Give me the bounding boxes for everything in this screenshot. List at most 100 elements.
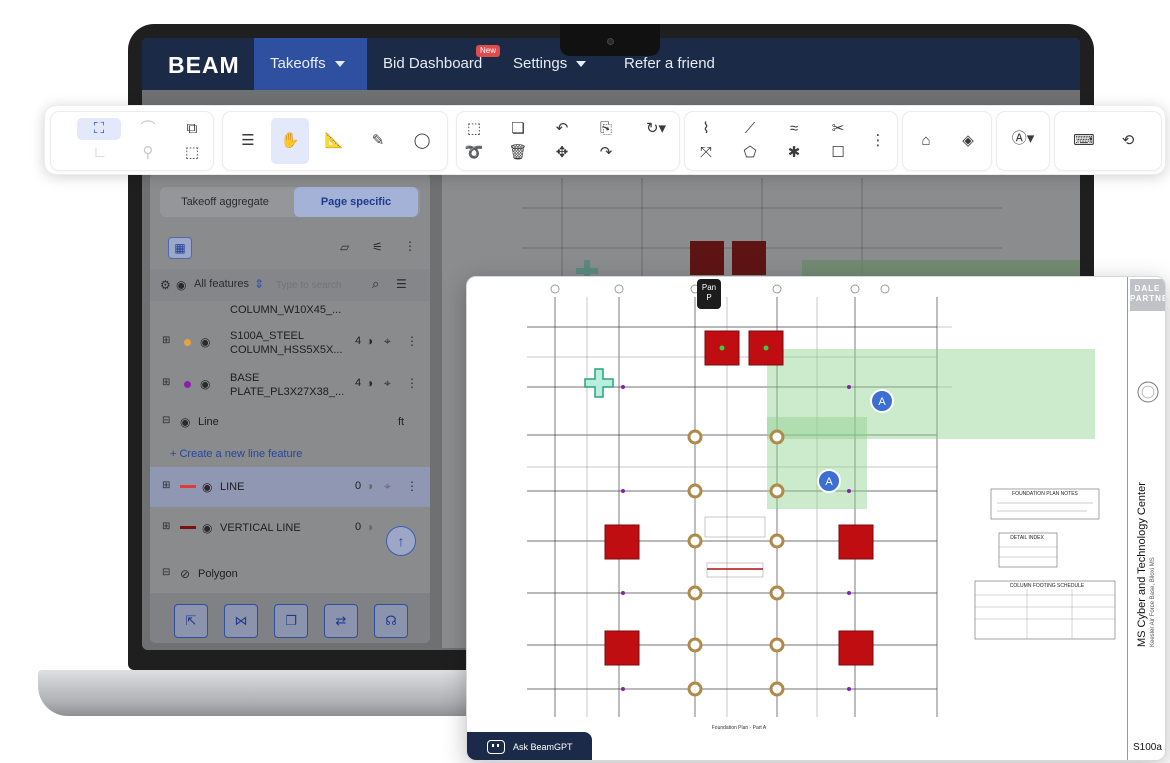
eye-off-icon[interactable]: ⊘ bbox=[180, 567, 190, 581]
share-button[interactable]: ⋈ bbox=[224, 604, 258, 638]
more-icon[interactable]: ⋮ bbox=[406, 334, 418, 348]
link-icon[interactable]: ◑ bbox=[366, 334, 373, 348]
target-icon[interactable]: ⌖ bbox=[384, 376, 391, 391]
plus-marker[interactable] bbox=[584, 368, 614, 398]
sliders-icon[interactable]: ⚟ bbox=[372, 240, 383, 254]
expand-icon[interactable]: ⊞ bbox=[162, 335, 170, 346]
create-line-feature-link[interactable]: + Create a new line feature bbox=[150, 441, 430, 467]
move-box-icon[interactable]: ⬚ bbox=[181, 142, 203, 164]
collapse-icon[interactable]: ⊟ bbox=[162, 415, 170, 426]
line-group-header[interactable]: ⊟ ◉ Line ft bbox=[150, 407, 430, 437]
history-icon[interactable]: ⟲ bbox=[1117, 130, 1139, 152]
ruler-icon[interactable]: 📐 bbox=[323, 130, 345, 152]
keyboard-icon[interactable]: ⌨ bbox=[1073, 130, 1095, 152]
annotation-dropdown-icon[interactable]: Ⓐ▾ bbox=[1007, 128, 1039, 150]
feature-count: 4 bbox=[355, 335, 362, 347]
rotate-icon[interactable]: ↻▾ bbox=[639, 118, 673, 140]
rectangle-select-icon[interactable]: ⛶ bbox=[77, 118, 121, 140]
square-icon[interactable]: ☐ bbox=[827, 142, 849, 164]
more-icon[interactable]: ⋮ bbox=[404, 239, 416, 253]
footing-block[interactable] bbox=[604, 524, 640, 560]
svg-text:FOUNDATION PLAN NOTES: FOUNDATION PLAN NOTES bbox=[1012, 491, 1078, 497]
more-icon[interactable]: ⋮ bbox=[867, 130, 889, 152]
list-item[interactable]: ⊞ ◉ LINE 0 ◑ ⌖ ⋮ bbox=[150, 467, 430, 507]
tab-page-specific[interactable]: Page specific bbox=[294, 187, 418, 217]
point-icon[interactable]: ⚲ bbox=[137, 142, 159, 164]
expand-icon[interactable]: ⊞ bbox=[162, 377, 170, 388]
note-icon[interactable]: ▱ bbox=[340, 240, 349, 254]
feature-search-input[interactable] bbox=[276, 276, 366, 294]
redo-icon[interactable]: ↷ bbox=[595, 142, 617, 164]
eye-icon[interactable]: ◉ bbox=[202, 480, 212, 494]
split-line-icon[interactable]: ⤧ bbox=[695, 142, 717, 164]
feature-label: LINE bbox=[220, 481, 245, 493]
export-button[interactable]: ⇱ bbox=[174, 604, 208, 638]
all-features-filter[interactable]: All features bbox=[194, 278, 249, 290]
eye-icon[interactable]: ◉ bbox=[202, 521, 212, 535]
more-icon[interactable]: ⋮ bbox=[406, 479, 418, 493]
new-badge: New bbox=[476, 45, 501, 57]
scroll-up-button[interactable]: ↑ bbox=[386, 526, 416, 556]
pencil-icon[interactable]: ✎ bbox=[367, 130, 389, 152]
polygon-icon[interactable]: ⬠ bbox=[739, 142, 761, 164]
list-item[interactable]: ⊞ ◉ S100A_STEEL COLUMN_HSS5X5X... 4 ◑ ⌖ … bbox=[150, 323, 430, 363]
drawing-panel[interactable]: A A FOUNDATION PLAN NOTES DETAIL INDEX C… bbox=[466, 276, 1166, 761]
footing-block[interactable] bbox=[838, 630, 874, 666]
lasso-icon[interactable]: ➰ bbox=[463, 142, 485, 164]
target-icon[interactable]: ⌖ bbox=[384, 479, 391, 494]
polygon-group-header[interactable]: ⊟ ⊘ Polygon bbox=[150, 559, 430, 589]
layers-icon[interactable]: ◈ bbox=[957, 130, 979, 152]
trash-icon[interactable]: 🗑 bbox=[507, 142, 529, 164]
more-icon[interactable]: ⋮ bbox=[406, 376, 418, 390]
table-view-button[interactable]: ▦ bbox=[168, 237, 192, 259]
align-icon[interactable]: ☰ bbox=[237, 130, 259, 152]
eye-icon[interactable]: ◉ bbox=[200, 335, 210, 349]
link-icon[interactable]: ◑ bbox=[366, 479, 373, 493]
scissors-icon[interactable]: ✂ bbox=[827, 118, 849, 140]
tag-icon[interactable]: ⌂ bbox=[915, 130, 937, 152]
pan-hand-icon[interactable]: ✋ bbox=[271, 118, 309, 164]
angle-icon[interactable]: ∟ bbox=[89, 142, 111, 164]
list-item[interactable]: COLUMN_W10X45_... bbox=[150, 301, 430, 323]
annotation-marker-a[interactable]: A bbox=[817, 469, 841, 493]
target-icon[interactable]: ⌖ bbox=[384, 334, 391, 349]
select-area-icon[interactable]: ⬚ bbox=[463, 118, 485, 140]
comment-icon[interactable]: ◯ bbox=[411, 130, 433, 152]
list-item[interactable]: ⊞ ◉ BASE PLATE_PL3X27X38_... 4 ◑ ⌖ ⋮ bbox=[150, 365, 430, 405]
foundation-plan-drawing[interactable]: A A FOUNDATION PLAN NOTES DETAIL INDEX C… bbox=[467, 277, 1127, 761]
arc-icon[interactable]: ⌒ bbox=[137, 118, 159, 140]
undo-icon[interactable]: ↶ bbox=[551, 118, 573, 140]
swap-button[interactable]: ⇄ bbox=[324, 604, 358, 638]
ask-beamgpt-button[interactable]: Ask BeamGPT bbox=[467, 732, 592, 760]
footing-block[interactable] bbox=[604, 630, 640, 666]
polyline-icon[interactable]: ⌇ bbox=[695, 118, 717, 140]
eye-icon[interactable]: ◉ bbox=[176, 278, 186, 292]
share-icon: ⋈ bbox=[234, 613, 248, 628]
svg-text:A: A bbox=[878, 396, 886, 408]
nav-bid-dashboard[interactable]: Bid Dashboard bbox=[383, 38, 482, 90]
segment-icon[interactable]: ⟋ bbox=[739, 118, 761, 140]
move-icon[interactable]: ✥ bbox=[551, 142, 573, 164]
expand-icon[interactable]: ⊞ bbox=[162, 480, 170, 491]
collapse-icon[interactable]: ⊟ bbox=[162, 567, 170, 578]
transform-icon[interactable]: ⧉ bbox=[181, 118, 203, 140]
link-icon[interactable]: ◑ bbox=[366, 520, 373, 534]
footing-block[interactable] bbox=[838, 524, 874, 560]
copy-button[interactable]: ❐ bbox=[274, 604, 308, 638]
gear-icon[interactable]: ⚙ bbox=[160, 278, 171, 292]
paste-icon[interactable]: ⎘ bbox=[595, 118, 617, 140]
annotation-marker-a[interactable]: A bbox=[870, 389, 894, 413]
list-filter-icon[interactable]: ☰ bbox=[396, 277, 407, 291]
copy-area-icon[interactable]: ❏ bbox=[507, 118, 529, 140]
eye-icon[interactable]: ◉ bbox=[180, 415, 190, 429]
eye-icon[interactable]: ◉ bbox=[200, 377, 210, 391]
expand-icon[interactable]: ⊞ bbox=[162, 521, 170, 532]
chevron-updown-icon[interactable]: ⇕ bbox=[254, 277, 264, 291]
vertex-icon[interactable]: ✱ bbox=[783, 142, 805, 164]
link-icon[interactable]: ◑ bbox=[366, 376, 373, 390]
support-button[interactable]: ☊ bbox=[374, 604, 408, 638]
search-icon[interactable]: ⌕ bbox=[372, 276, 379, 292]
tab-takeoff-aggregate[interactable]: Takeoff aggregate bbox=[160, 187, 290, 217]
wave-icon[interactable]: ≈ bbox=[783, 118, 805, 140]
nav-takeoffs[interactable]: Takeoffs bbox=[254, 38, 367, 90]
